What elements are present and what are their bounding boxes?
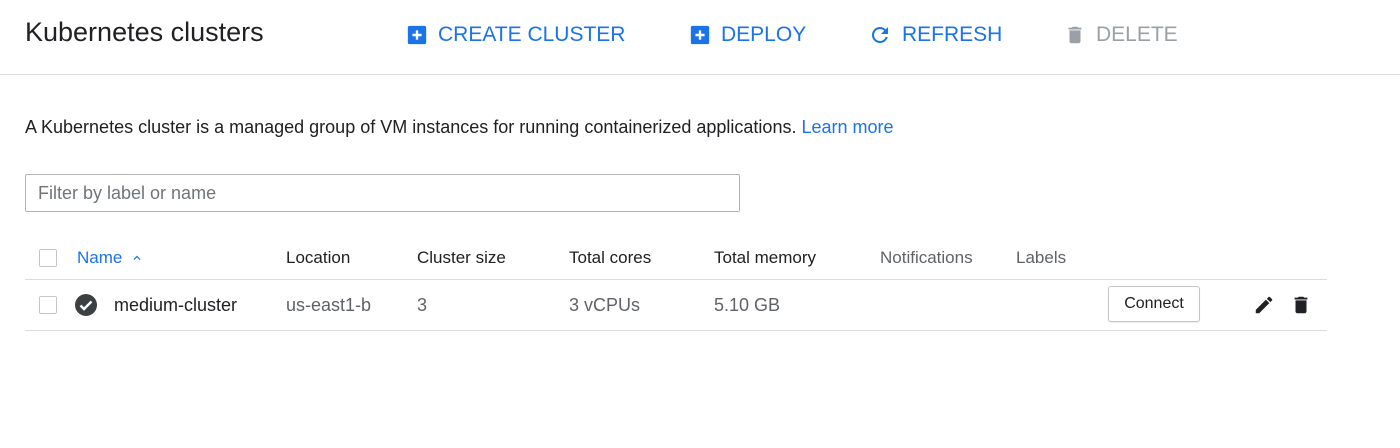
deploy-button[interactable]: DEPLOY	[689, 21, 806, 49]
cluster-memory: 5.10 GB	[714, 294, 781, 315]
cluster-size: 3	[417, 294, 428, 315]
trash-icon	[1068, 26, 1082, 44]
learn-more-link[interactable]: Learn more	[801, 117, 893, 137]
column-header-total-memory[interactable]: Total memory	[714, 236, 816, 279]
page-title: Kubernetes clusters	[25, 17, 264, 47]
refresh-button[interactable]: REFRESH	[868, 21, 1002, 49]
status-cell	[74, 280, 98, 330]
column-header-labels: Labels	[1016, 247, 1067, 267]
delete-cluster-button[interactable]	[1289, 293, 1313, 317]
refresh-label: REFRESH	[902, 23, 1003, 46]
column-header-notifications: Notifications	[880, 247, 973, 267]
table-row[interactable]: medium-cluster us-east1-b 3 3 vCPUs 5.10…	[25, 280, 1327, 331]
edit-cluster-button[interactable]	[1252, 293, 1276, 317]
create-cluster-button[interactable]: CREATE CLUSTER	[406, 21, 625, 49]
create-cluster-label: CREATE CLUSTER	[438, 23, 626, 46]
row-checkbox[interactable]	[39, 296, 57, 314]
deploy-label: DEPLOY	[721, 23, 807, 46]
cluster-location: us-east1-b	[286, 294, 372, 315]
cluster-name-link[interactable]: medium-cluster	[114, 280, 237, 330]
column-header-location[interactable]: Location	[286, 236, 350, 279]
refresh-icon	[871, 26, 888, 43]
delete-label: DELETE	[1096, 23, 1178, 46]
connect-button[interactable]: Connect	[1108, 286, 1200, 322]
column-header-name[interactable]: Name	[77, 236, 144, 279]
column-header-total-cores[interactable]: Total cores	[569, 236, 651, 279]
select-all-checkbox[interactable]	[39, 248, 57, 267]
page-description: A Kubernetes cluster is a managed group …	[25, 117, 894, 138]
trash-icon	[1294, 296, 1308, 314]
chevron-up-icon	[133, 255, 141, 260]
delete-button[interactable]: DELETE	[1064, 21, 1178, 49]
check-circle-icon	[75, 294, 97, 316]
add-box-icon	[407, 25, 427, 45]
edit-icon	[1255, 296, 1273, 314]
column-header-cluster-size[interactable]: Cluster size	[417, 236, 506, 279]
table-header: Name Location Cluster size Total cores T…	[25, 236, 1327, 280]
add-box-icon	[690, 25, 710, 45]
description-text: A Kubernetes cluster is a managed group …	[25, 117, 797, 137]
top-toolbar: Kubernetes clusters CREATE CLUSTER DEPLO…	[0, 0, 1400, 75]
filter-input[interactable]	[26, 175, 739, 211]
filter-box	[25, 174, 740, 212]
cluster-cores: 3 vCPUs	[569, 294, 641, 315]
